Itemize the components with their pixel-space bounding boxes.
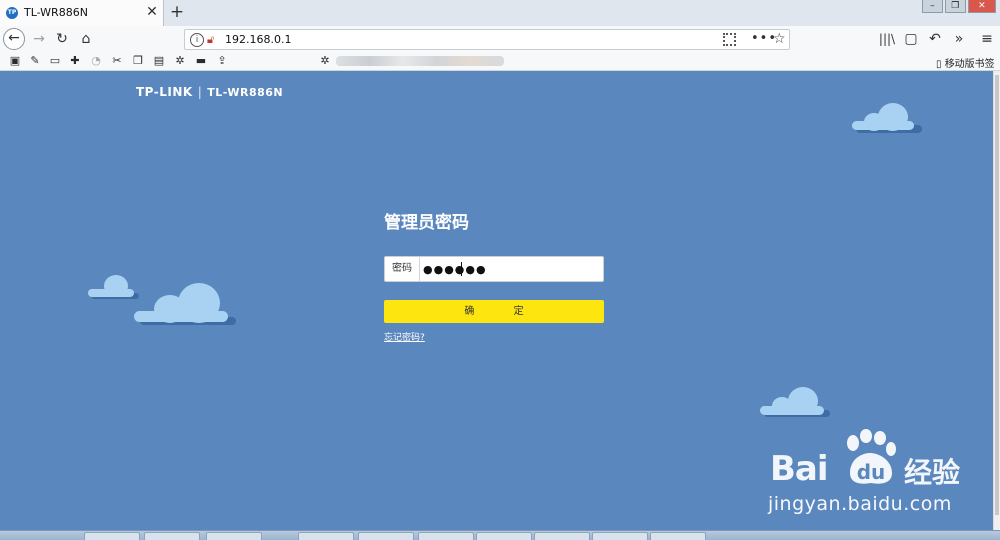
tp-link-brand: TP-LINK | TL-WR886N — [136, 85, 283, 99]
watermark-brand: Bai — [770, 449, 829, 489]
folder-icon[interactable]: ▭ — [48, 54, 62, 68]
hat-icon[interactable]: ▬ — [194, 54, 208, 68]
text-caret — [461, 262, 462, 276]
router-model: TL-WR886N — [207, 86, 284, 99]
info-icon[interactable]: i — [190, 33, 204, 47]
tp-link-favicon-icon: TP — [6, 7, 18, 19]
library-icon[interactable]: |||\ — [878, 30, 896, 48]
password-input[interactable] — [421, 258, 603, 280]
clipboard-icon[interactable]: ▤ — [152, 54, 166, 68]
tab-close-icon[interactable]: ✕ — [144, 4, 160, 20]
navigation-toolbar: ← → ↻ ⌂ i 🔓︎ 192.168.0.1 ••• ☆ |||\ ▢ ↶ … — [0, 26, 1000, 54]
login-title: 管理员密码 — [384, 213, 469, 233]
minimize-button[interactable]: – — [922, 0, 943, 13]
cloud-decoration — [760, 385, 832, 419]
url-text[interactable]: 192.168.0.1 — [225, 33, 291, 46]
new-tab-button[interactable]: + — [168, 3, 186, 21]
mobile-bookmarks-link[interactable]: ▯ 移动版书签 — [936, 55, 995, 70]
watermark-product: 经验 — [904, 456, 961, 489]
confirm-button[interactable]: 确 定 — [384, 300, 604, 323]
mobile-bookmarks-label: 移动版书签 — [944, 59, 995, 70]
tab-title: TL-WR886N — [24, 6, 88, 19]
forward-icon[interactable]: → — [30, 30, 48, 48]
upload-icon[interactable]: ⇪ — [215, 54, 229, 68]
star-icon[interactable]: ☆ — [773, 31, 786, 47]
window-controls: – ❐ ✕ — [922, 0, 997, 14]
reload-icon[interactable]: ↻ — [53, 30, 71, 48]
cloud-decoration — [852, 101, 922, 135]
cloud-decoration — [88, 273, 140, 301]
baidu-jingyan-watermark: Bai du 经验 — [770, 429, 980, 489]
cloud-decoration — [134, 281, 238, 327]
back-icon[interactable]: ← — [3, 28, 25, 50]
qr-code-icon[interactable] — [723, 33, 736, 46]
forgot-password-link[interactable]: 忘记密码? — [384, 330, 425, 343]
undo-icon[interactable]: ↶ — [926, 30, 944, 48]
address-bar[interactable]: i 🔓︎ 192.168.0.1 ••• ☆ — [184, 29, 790, 50]
blurred-bookmarks — [336, 56, 504, 66]
svg-text:du: du — [857, 460, 886, 484]
settings-icon[interactable]: ✲ — [173, 54, 187, 68]
home-icon[interactable]: ⌂ — [77, 30, 95, 48]
password-label: 密码 — [385, 257, 420, 281]
scroll-thumb[interactable] — [995, 75, 999, 515]
puzzle-icon[interactable]: ✚ — [68, 54, 82, 68]
insecure-connection-icon[interactable]: 🔓︎ — [207, 33, 219, 46]
sidebar-icon[interactable]: ▢ — [902, 30, 920, 48]
menu-icon[interactable]: ≡ — [978, 30, 996, 48]
save-icon[interactable]: ▣ — [8, 54, 22, 68]
scissors-icon[interactable]: ✂ — [110, 54, 124, 68]
wrench-icon[interactable]: ✎ — [28, 54, 42, 68]
page-scrollbar[interactable] — [993, 71, 1000, 530]
router-login-page: TP-LINK | TL-WR886N 管理员密码 密码 确 定 忘记密码? Bai — [0, 71, 993, 530]
brand-separator: | — [197, 85, 203, 99]
overflow-icon[interactable]: » — [950, 30, 968, 48]
rss-icon[interactable]: ◔ — [89, 54, 103, 68]
tp-link-logo: TP-LINK — [136, 85, 193, 99]
close-window-button[interactable]: ✕ — [967, 0, 997, 13]
watermark-url: jingyan.baidu.com — [768, 493, 952, 515]
tab-strip: TP TL-WR886N ✕ + – ❐ ✕ — [0, 0, 1000, 27]
baidu-paw-icon: du — [847, 429, 896, 484]
copy-icon[interactable]: ❐ — [131, 54, 145, 68]
password-field[interactable]: 密码 — [384, 256, 604, 282]
bookmarks-toolbar: ▣ ✎ ▭ ✚ ◔ ✂ ❐ ▤ ✲ ▬ ⇪ ✲ ▯ 移动版书签 — [0, 53, 1000, 71]
browser-tab[interactable]: TP TL-WR886N ✕ — [0, 0, 164, 26]
gear-icon[interactable]: ✲ — [318, 54, 332, 68]
restore-button[interactable]: ❐ — [944, 0, 966, 13]
